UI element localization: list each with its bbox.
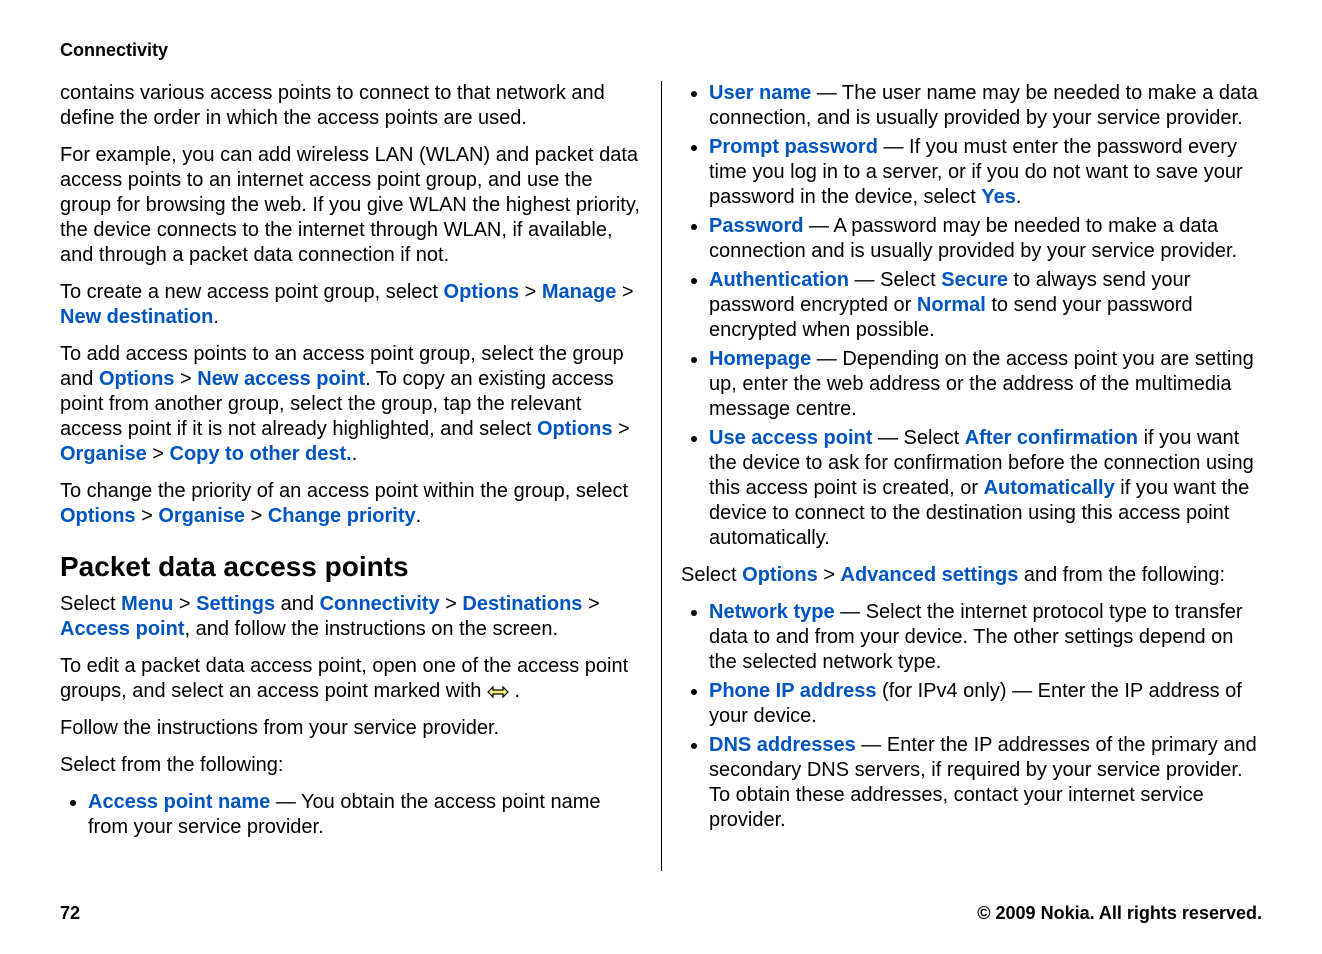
list-item: User name — The user name may be needed … xyxy=(709,81,1262,131)
option-text: — Select xyxy=(849,269,941,291)
option-label: Phone IP address xyxy=(709,680,876,702)
separator: > xyxy=(616,281,633,303)
list-item: Use access point — Select After confirma… xyxy=(709,426,1262,551)
manual-page: Connectivity contains various access poi… xyxy=(0,0,1322,954)
option-label: User name xyxy=(709,82,811,104)
menu-command: Options xyxy=(444,281,520,303)
menu-command: Organise xyxy=(158,505,245,527)
page-footer: 72 © 2009 Nokia. All rights reserved. xyxy=(60,903,1262,924)
section-header: Connectivity xyxy=(60,40,1262,61)
subsection-heading: Packet data access points xyxy=(60,549,641,584)
menu-command: Change priority xyxy=(268,505,416,527)
separator: > xyxy=(613,418,630,440)
text: Select xyxy=(60,593,121,615)
paragraph: contains various access points to connec… xyxy=(60,81,641,131)
option-label: Use access point xyxy=(709,427,872,449)
menu-command: Secure xyxy=(941,269,1008,291)
text: and from the following: xyxy=(1018,564,1225,586)
separator: > xyxy=(582,593,599,615)
paragraph: To add access points to an access point … xyxy=(60,342,641,467)
option-label: Network type xyxy=(709,601,835,623)
menu-command: Manage xyxy=(542,281,616,303)
option-text: . xyxy=(1016,186,1022,208)
text: . xyxy=(213,306,219,328)
paragraph: To edit a packet data access point, open… xyxy=(60,654,641,704)
text: To create a new access point group, sele… xyxy=(60,281,444,303)
option-label: Prompt password xyxy=(709,136,878,158)
menu-command: Options xyxy=(60,505,136,527)
option-label: Password xyxy=(709,215,803,237)
paragraph: Follow the instructions from your servic… xyxy=(60,716,641,741)
menu-command: Normal xyxy=(917,294,986,316)
text: To edit a packet data access point, open… xyxy=(60,655,628,702)
list-item: Homepage — Depending on the access point… xyxy=(709,347,1262,422)
paragraph: To change the priority of an access poin… xyxy=(60,479,641,529)
text: . xyxy=(416,505,422,527)
option-list: Access point name — You obtain the acces… xyxy=(60,790,641,840)
list-item: Network type — Select the internet proto… xyxy=(709,600,1262,675)
content-columns: contains various access points to connec… xyxy=(60,81,1262,871)
paragraph: Select Options > Advanced settings and f… xyxy=(681,563,1262,588)
menu-command: Automatically xyxy=(984,477,1115,499)
copyright-text: © 2009 Nokia. All rights reserved. xyxy=(977,903,1262,924)
option-label: Access point name xyxy=(88,791,270,813)
list-item: Phone IP address (for IPv4 only) — Enter… xyxy=(709,679,1262,729)
option-list: Network type — Select the internet proto… xyxy=(681,600,1262,833)
packet-data-icon xyxy=(487,680,515,702)
menu-command: Menu xyxy=(121,593,173,615)
menu-command: Connectivity xyxy=(320,593,440,615)
menu-command: Copy to other dest. xyxy=(170,443,352,465)
text: . xyxy=(352,443,358,465)
menu-command: Destinations xyxy=(462,593,582,615)
separator: > xyxy=(440,593,463,615)
list-item: Password — A password may be needed to m… xyxy=(709,214,1262,264)
list-item: DNS addresses — Enter the IP addresses o… xyxy=(709,733,1262,833)
menu-command: Access point xyxy=(60,618,184,640)
option-label: DNS addresses xyxy=(709,734,856,756)
paragraph: For example, you can add wireless LAN (W… xyxy=(60,143,641,268)
menu-command: Organise xyxy=(60,443,147,465)
menu-command: Options xyxy=(537,418,613,440)
menu-command: Settings xyxy=(196,593,275,615)
paragraph: To create a new access point group, sele… xyxy=(60,280,641,330)
separator: > xyxy=(136,505,159,527)
separator: > xyxy=(147,443,170,465)
menu-command: New access point xyxy=(197,368,365,390)
menu-command: Options xyxy=(742,564,818,586)
option-text: — Select xyxy=(872,427,964,449)
page-number: 72 xyxy=(60,903,80,924)
option-label: Homepage xyxy=(709,348,811,370)
menu-command: After confirmation xyxy=(965,427,1138,449)
option-label: Authentication xyxy=(709,269,849,291)
text: and xyxy=(275,593,319,615)
paragraph: Select Menu > Settings and Connectivity … xyxy=(60,592,641,642)
separator: > xyxy=(174,368,197,390)
menu-command: Options xyxy=(99,368,175,390)
separator: > xyxy=(173,593,196,615)
text: , and follow the instructions on the scr… xyxy=(184,618,558,640)
text: Select xyxy=(681,564,742,586)
text: To change the priority of an access poin… xyxy=(60,480,628,502)
list-item: Authentication — Select Secure to always… xyxy=(709,268,1262,343)
list-item: Prompt password — If you must enter the … xyxy=(709,135,1262,210)
separator: > xyxy=(519,281,542,303)
separator: > xyxy=(245,505,268,527)
menu-command: Yes xyxy=(981,186,1015,208)
option-list: User name — The user name may be needed … xyxy=(681,81,1262,551)
menu-command: New destination xyxy=(60,306,213,328)
paragraph: Select from the following: xyxy=(60,753,641,778)
menu-command: Advanced settings xyxy=(841,564,1019,586)
list-item: Access point name — You obtain the acces… xyxy=(88,790,641,840)
separator: > xyxy=(818,564,841,586)
text: . xyxy=(514,680,520,702)
